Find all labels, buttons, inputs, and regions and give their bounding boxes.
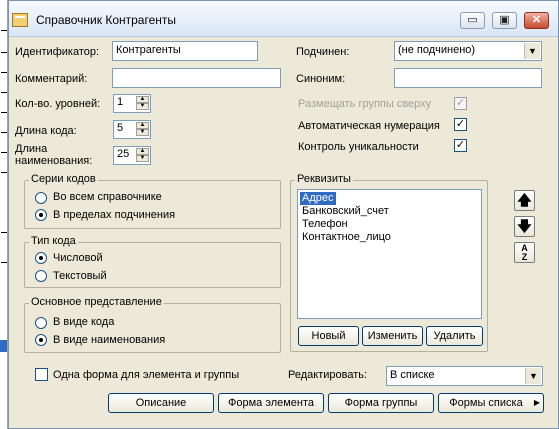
new-requisite-button[interactable]: Новый bbox=[298, 326, 359, 346]
list-forms-label: Формы списка bbox=[449, 397, 523, 409]
bg-line bbox=[1, 52, 7, 53]
code-length-spin-buttons[interactable]: ▲ ▼ bbox=[136, 122, 149, 137]
series-all-radio[interactable] bbox=[35, 192, 47, 204]
uniqueness-label: Контроль уникальности bbox=[298, 141, 419, 153]
series-parent-radio[interactable] bbox=[35, 209, 47, 221]
bg-line bbox=[1, 72, 7, 73]
groups-top-checkbox[interactable]: ✓ bbox=[454, 97, 467, 110]
type-numeric-radio[interactable] bbox=[35, 252, 47, 264]
synonym-label: Синоним: bbox=[296, 73, 346, 85]
auto-numbering-checkbox[interactable]: ✓ bbox=[454, 118, 467, 131]
view-code-label: В виде кода bbox=[53, 316, 115, 328]
edit-mode-combobox[interactable]: В списке ▼ bbox=[386, 366, 543, 386]
view-name-radio[interactable] bbox=[35, 334, 47, 346]
type-text-radio[interactable] bbox=[35, 270, 47, 282]
code-series-group bbox=[24, 180, 281, 229]
levels-value: 1 bbox=[117, 96, 124, 108]
code-length-label: Длина кода: bbox=[15, 125, 77, 137]
code-type-title: Тип кода bbox=[29, 235, 78, 247]
bg-line bbox=[1, 152, 7, 153]
comment-label: Комментарий: bbox=[15, 73, 88, 85]
levels-spin-buttons[interactable]: ▲ ▼ bbox=[136, 96, 149, 111]
bg-line bbox=[1, 30, 7, 31]
chevron-right-icon: ▶ bbox=[533, 398, 540, 407]
identifier-label: Идентификатор: bbox=[15, 46, 100, 58]
list-item[interactable]: Адрес bbox=[300, 192, 336, 205]
spin-down-icon[interactable]: ▼ bbox=[136, 155, 149, 162]
parent-combobox[interactable]: (не подчинено) ▼ bbox=[394, 41, 542, 61]
edit-mode-label: Редактировать: bbox=[288, 369, 368, 381]
spin-down-icon[interactable]: ▼ bbox=[136, 129, 149, 136]
bg-line bbox=[1, 92, 7, 93]
maximize-button[interactable]: ▣ bbox=[492, 12, 517, 29]
series-all-label: Во всем справочнике bbox=[53, 191, 162, 203]
name-length-value: 25 bbox=[117, 148, 130, 160]
levels-label: Кол-во. уровней: bbox=[15, 98, 101, 110]
groups-top-label: Размещать группы сверху bbox=[298, 98, 432, 110]
name-length-label-1: Длина bbox=[15, 143, 48, 155]
close-button[interactable]: ✕ bbox=[524, 12, 549, 29]
main-view-title: Основное представление bbox=[29, 296, 164, 308]
title-bar[interactable]: Справочник Контрагенты ▭ ▣ ✕ bbox=[9, 1, 558, 37]
comment-input[interactable] bbox=[112, 68, 281, 88]
uniqueness-checkbox[interactable]: ✓ bbox=[454, 139, 467, 152]
edit-mode-value: В списке bbox=[390, 369, 435, 381]
chevron-down-icon[interactable]: ▼ bbox=[524, 43, 540, 59]
catalog-icon bbox=[12, 13, 28, 27]
spin-up-icon[interactable]: ▲ bbox=[136, 122, 149, 129]
levels-spinner[interactable]: 1 ▲ ▼ bbox=[113, 94, 151, 113]
requisites-list[interactable]: Адрес Банковский_счет Телефон Контактное… bbox=[297, 189, 482, 319]
synonym-input[interactable] bbox=[394, 68, 542, 88]
move-down-icon[interactable]: 🡇 bbox=[514, 216, 535, 237]
one-form-checkbox[interactable] bbox=[35, 368, 48, 381]
edit-requisite-button[interactable]: Изменить bbox=[362, 326, 423, 346]
auto-numbering-label: Автоматическая нумерация bbox=[298, 120, 440, 132]
type-numeric-label: Числовой bbox=[53, 252, 103, 264]
bg-line bbox=[1, 232, 7, 233]
name-length-label-2: наименования: bbox=[15, 155, 93, 167]
code-series-title: Серии кодов bbox=[29, 173, 98, 185]
bg-selection bbox=[0, 340, 7, 352]
parent-value: (не подчинено) bbox=[398, 44, 476, 56]
type-text-label: Текстовый bbox=[53, 270, 107, 282]
minimize-button[interactable]: ▭ bbox=[460, 12, 485, 29]
parent-label: Подчинен: bbox=[296, 46, 350, 58]
list-forms-button[interactable]: Формы списка ▶ bbox=[438, 393, 544, 413]
bg-line bbox=[1, 132, 7, 133]
list-item[interactable]: Телефон bbox=[300, 218, 350, 231]
spin-up-icon[interactable]: ▲ bbox=[136, 148, 149, 155]
bg-line bbox=[1, 172, 7, 173]
description-button[interactable]: Описание bbox=[108, 393, 214, 413]
background-app-strip bbox=[0, 0, 8, 429]
move-up-icon[interactable]: 🡅 bbox=[514, 190, 535, 211]
view-name-label: В виде наименования bbox=[53, 334, 166, 346]
series-parent-label: В пределах подчинения bbox=[53, 209, 176, 221]
requisites-title: Реквизиты bbox=[295, 173, 353, 185]
one-form-label: Одна форма для элемента и группы bbox=[53, 369, 240, 381]
window-title: Справочник Контрагенты bbox=[36, 13, 176, 27]
list-item[interactable]: Банковский_счет bbox=[300, 205, 391, 218]
sort-az-icon[interactable]: AZ bbox=[514, 242, 535, 263]
chevron-down-icon[interactable]: ▼ bbox=[525, 368, 541, 384]
bg-line bbox=[1, 262, 7, 263]
bg-line bbox=[1, 112, 7, 113]
element-form-button[interactable]: Форма элемента bbox=[218, 393, 324, 413]
name-length-spinner[interactable]: 25 ▲ ▼ bbox=[113, 146, 151, 165]
spin-down-icon[interactable]: ▼ bbox=[136, 103, 149, 110]
list-item[interactable]: Контактное_лицо bbox=[300, 231, 393, 244]
dialog-window: Справочник Контрагенты ▭ ▣ ✕ Идентификат… bbox=[8, 0, 559, 429]
code-length-value: 5 bbox=[117, 122, 124, 134]
delete-requisite-button[interactable]: Удалить bbox=[426, 326, 483, 346]
code-length-spinner[interactable]: 5 ▲ ▼ bbox=[113, 120, 151, 139]
spin-up-icon[interactable]: ▲ bbox=[136, 96, 149, 103]
identifier-input[interactable]: Контрагенты bbox=[112, 41, 258, 61]
name-length-spin-buttons[interactable]: ▲ ▼ bbox=[136, 148, 149, 163]
group-form-button[interactable]: Форма группы bbox=[328, 393, 434, 413]
view-code-radio[interactable] bbox=[35, 317, 47, 329]
